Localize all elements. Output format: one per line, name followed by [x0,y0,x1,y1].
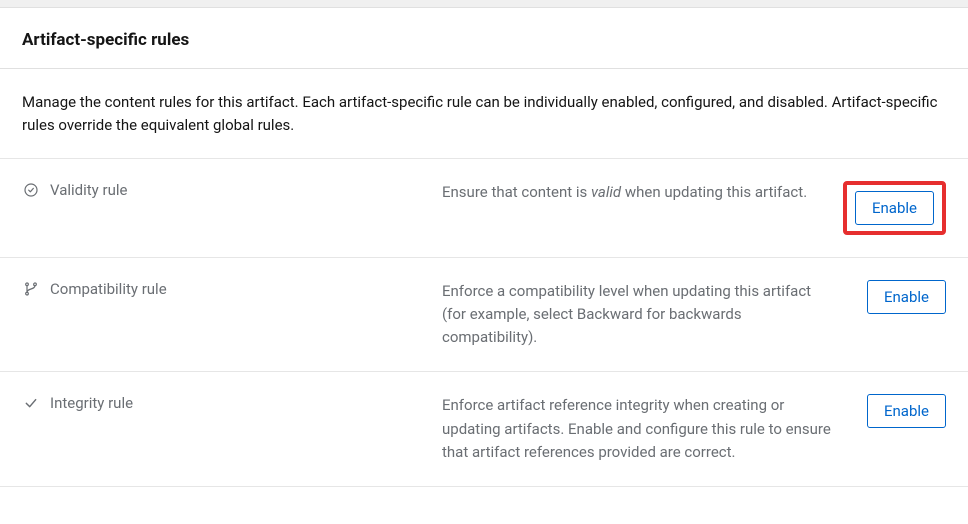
section-description: Manage the content rules for this artifa… [0,69,968,159]
rule-action-col: Enable [867,280,946,314]
rule-row-compatibility: Compatibility rule Enforce a compatibili… [0,258,968,373]
rule-description: Enforce artifact reference integrity whe… [442,394,847,464]
enable-button-validity[interactable]: Enable [855,191,934,225]
rule-name: Validity rule [50,181,127,199]
rule-name-col: Integrity rule [22,394,422,412]
highlight-annotation: Enable [843,181,946,235]
section-title: Artifact-specific rules [22,30,946,50]
branch-icon [22,280,40,298]
enable-button-compatibility[interactable]: Enable [867,280,946,314]
rule-row-integrity: Integrity rule Enforce artifact referenc… [0,372,968,487]
section-header: Artifact-specific rules [0,8,968,69]
rule-name: Integrity rule [50,394,133,412]
top-bar [0,0,968,8]
rule-action-col: Enable [843,181,946,235]
check-circle-icon [22,181,40,199]
rule-action-col: Enable [867,394,946,428]
rule-row-validity: Validity rule Ensure that content is val… [0,159,968,258]
rule-name-col: Compatibility rule [22,280,422,298]
rule-name-col: Validity rule [22,181,422,199]
rule-description: Enforce a compatibility level when updat… [442,280,847,350]
check-icon [22,394,40,412]
rule-name: Compatibility rule [50,280,167,298]
rule-description: Ensure that content is valid when updati… [442,181,823,204]
enable-button-integrity[interactable]: Enable [867,394,946,428]
